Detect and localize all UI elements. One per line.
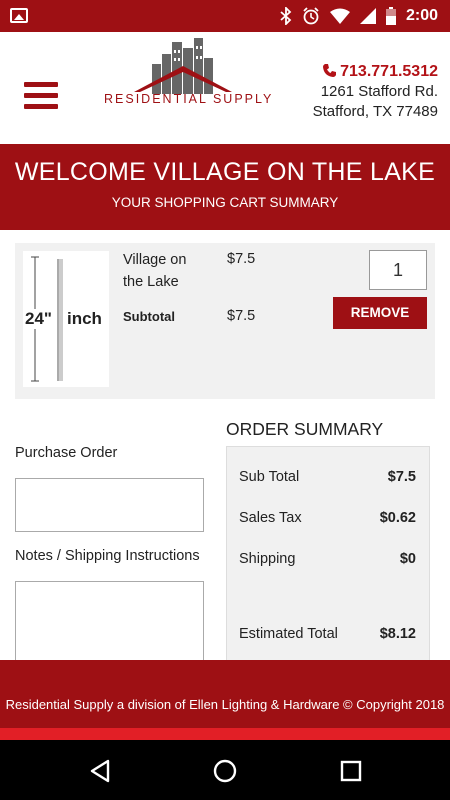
phone-link[interactable]: 713.771.5312 bbox=[313, 62, 438, 82]
copyright-text: Residential Supply a division of Ellen L… bbox=[5, 697, 445, 712]
alarm-icon bbox=[303, 7, 319, 25]
contact-info: 713.771.5312 1261 Stafford Rd. Stafford,… bbox=[313, 62, 438, 122]
quantity-input[interactable]: 1 bbox=[369, 250, 427, 290]
product-name[interactable]: Village on the Lake bbox=[123, 249, 203, 293]
menu-icon[interactable] bbox=[24, 82, 58, 110]
notes-textarea[interactable] bbox=[15, 581, 204, 671]
cart-item: 24" inch Village on the Lake $7.5 Subtot… bbox=[15, 243, 435, 399]
summary-row-estimated-total: Estimated Total $8.12 bbox=[239, 626, 416, 642]
image-size-label: 24" bbox=[25, 309, 52, 329]
product-image[interactable]: 24" inch bbox=[23, 251, 109, 387]
address-line-1: 1261 Stafford Rd. bbox=[320, 83, 438, 100]
logo-wordmark: RESIDENTIAL SUPPLY bbox=[104, 92, 274, 106]
home-icon[interactable] bbox=[212, 758, 238, 784]
welcome-banner: WELCOME VILLAGE ON THE LAKE YOUR SHOPPIN… bbox=[0, 144, 450, 230]
product-price: $7.5 bbox=[227, 251, 256, 267]
subtotal-label: Subtotal bbox=[123, 309, 175, 324]
order-summary-title: ORDER SUMMARY bbox=[226, 419, 384, 439]
purchase-order-input[interactable] bbox=[15, 478, 204, 532]
summary-row-sales-tax: Sales Tax $0.62 bbox=[239, 510, 416, 526]
bluetooth-icon bbox=[280, 7, 292, 25]
system-nav-bar bbox=[0, 740, 450, 800]
remove-button[interactable]: REMOVE bbox=[333, 297, 427, 329]
wifi-icon bbox=[329, 8, 350, 24]
order-summary-box: Sub Total $7.5 Sales Tax $0.62 Shipping … bbox=[226, 446, 430, 676]
status-bar: 2:00 bbox=[0, 0, 450, 32]
address-line-2: Stafford, TX 77489 bbox=[312, 103, 438, 120]
page-title: WELCOME VILLAGE ON THE LAKE bbox=[14, 158, 436, 186]
notes-label: Notes / Shipping Instructions bbox=[15, 548, 200, 564]
back-icon[interactable] bbox=[88, 758, 114, 784]
summary-row-subtotal: Sub Total $7.5 bbox=[239, 469, 416, 485]
phone-icon bbox=[322, 64, 336, 77]
recents-icon[interactable] bbox=[338, 758, 364, 784]
image-notification-icon bbox=[10, 8, 28, 23]
summary-row-shipping: Shipping $0 bbox=[239, 551, 416, 567]
footer-accent-strip bbox=[0, 728, 450, 740]
site-header: RESIDENTIAL SUPPLY 713.771.5312 1261 Sta… bbox=[0, 32, 450, 144]
purchase-order-label: Purchase Order bbox=[15, 445, 118, 461]
image-unit-label: inch bbox=[67, 309, 102, 329]
subtotal-value: $7.5 bbox=[227, 308, 256, 324]
site-footer: Residential Supply a division of Ellen L… bbox=[0, 660, 450, 730]
page-subtitle: YOUR SHOPPING CART SUMMARY bbox=[111, 195, 339, 210]
signal-icon bbox=[359, 8, 376, 24]
status-time: 2:00 bbox=[405, 7, 438, 24]
battery-icon bbox=[385, 7, 396, 25]
